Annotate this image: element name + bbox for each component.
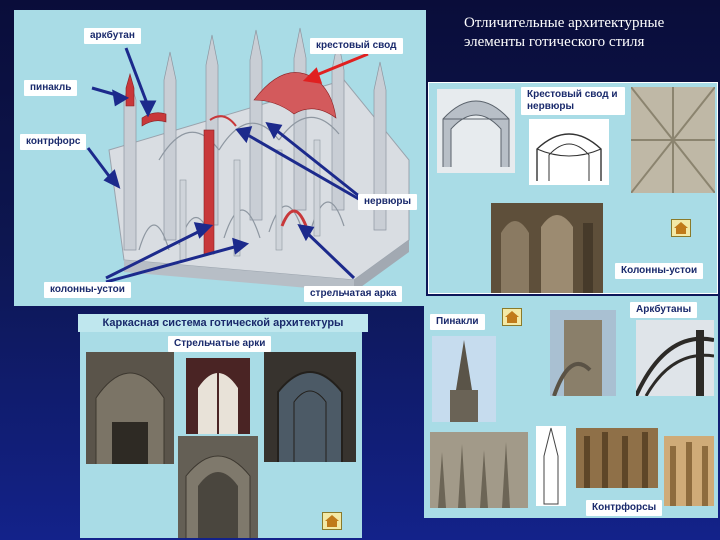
- flying-buttresses-label: Аркбутаны: [630, 302, 698, 318]
- cathedral-diagram: [86, 27, 410, 292]
- label-strelchataya-arka: стрельчатая арка: [304, 286, 403, 302]
- arches-panel-heading: Стрельчатые арки: [168, 336, 272, 352]
- vault-ceiling-photo: [631, 87, 715, 193]
- buttress-photo-1: [576, 428, 658, 488]
- cathedral-diagram-panel: аркбутан крестовый свод пинакль контрфор…: [14, 10, 426, 306]
- window-photo-2: [264, 352, 356, 462]
- window-photo-1: [186, 358, 250, 434]
- spire-photo: [432, 336, 496, 422]
- vault-panel: Крестовый свод и нервюры Колонны-устои: [428, 82, 718, 294]
- vault-panel-heading-text: Крестовый свод и нервюры: [527, 89, 618, 112]
- home-button[interactable]: [671, 219, 691, 237]
- slide-title: Отличительные архитектурные элементы гот…: [464, 15, 665, 50]
- home-icon: [325, 515, 339, 527]
- portal-photo-1: [86, 352, 174, 464]
- buttress-photo-2: [664, 436, 714, 506]
- label-krestovy-svod: крестовый свод: [310, 38, 403, 54]
- cathedral-roofline-photo: [430, 432, 528, 508]
- vault-panel-heading: Крестовый свод и нервюры: [521, 87, 625, 115]
- pinnacles-panel: Пинакли Аркбутаны Контрфорсы: [424, 296, 718, 518]
- cathedral-interior-photo: [491, 203, 603, 293]
- vault-drawing-image: [529, 119, 609, 185]
- pinnacles-label: Пинакли: [430, 314, 485, 330]
- portal-photo-2: [178, 436, 258, 538]
- label-nervyury: нервюры: [358, 194, 418, 210]
- buttress-drawing: [536, 426, 566, 506]
- label-arkbutan: аркбутан: [84, 28, 141, 44]
- tower-photo: [550, 310, 616, 396]
- label-kontrfors: контрфорс: [20, 134, 87, 150]
- flying-buttress-photo: [636, 320, 714, 396]
- diagram-caption: Каркасная система готической архитектуры: [78, 314, 368, 332]
- home-button[interactable]: [502, 308, 522, 326]
- label-pinakl: пинакль: [24, 80, 78, 96]
- label-kolonny-ustoi: колонны-устои: [44, 282, 131, 298]
- home-icon: [505, 311, 519, 323]
- home-button[interactable]: [322, 512, 342, 530]
- vault-model-image: [437, 89, 515, 173]
- buttresses-label: Контрфорсы: [586, 500, 663, 516]
- home-icon: [674, 222, 688, 234]
- columns-label: Колонны-устои: [615, 263, 704, 279]
- arches-panel: Стрельчатые арки: [80, 332, 362, 538]
